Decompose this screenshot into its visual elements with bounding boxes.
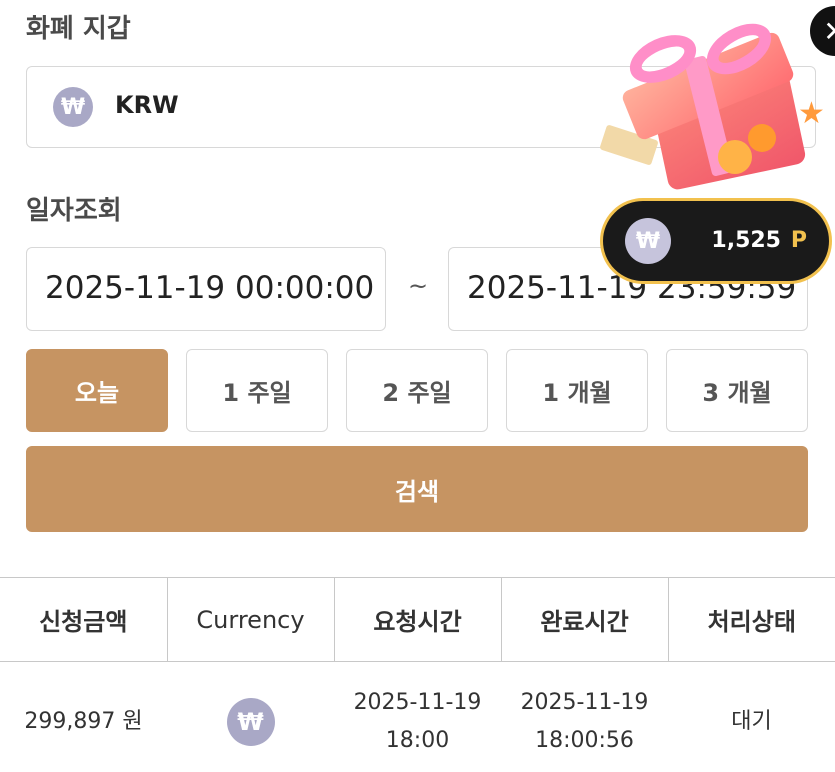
period-3-months-button[interactable]: 3 개월 [666, 349, 808, 432]
table-row: 299,897 원 ₩ 2025-11-19 18:00 2025-11-19 … [0, 662, 835, 772]
gold-coin-icon [718, 140, 752, 174]
withdrawal-history-table: 신청금액 Currency 요청시간 완료시간 처리상태 299,897 원 ₩… [0, 577, 835, 772]
currency-code: KRW [115, 91, 179, 119]
cell-amount: 299,897 원 [24, 708, 143, 734]
period-today-button[interactable]: 오늘 [26, 349, 168, 432]
won-coin-icon: ₩ [53, 87, 93, 127]
points-unit: P [790, 228, 807, 253]
complete-time: 18:00:56 [535, 727, 634, 753]
promo-widget[interactable]: ★ ✕ ₩ 1,525 P [598, 0, 835, 290]
won-coin-icon: ₩ [226, 697, 275, 746]
request-date: 2025-11-19 [353, 689, 482, 715]
complete-date: 2025-11-19 [520, 689, 649, 715]
gold-coin-icon [748, 124, 776, 152]
cell-complete-time: 2025-11-19 18:00:56 [501, 662, 668, 772]
cell-currency: ₩ [167, 662, 334, 772]
header-amount: 신청금액 [0, 577, 168, 662]
header-complete-time: 완료시간 [501, 577, 669, 662]
start-date-input[interactable]: 2025-11-19 00:00:00 [26, 247, 386, 331]
star-icon: ★ [798, 96, 825, 131]
header-request-time: 요청시간 [334, 577, 502, 662]
header-currency: Currency [167, 577, 335, 662]
date-range-separator: ~ [408, 272, 429, 300]
date-query-title: 일자조회 [26, 196, 122, 226]
won-coin-icon: ₩ [625, 218, 671, 264]
period-1-week-button[interactable]: 1 주일 [186, 349, 328, 432]
wallet-section-title: 화폐 지갑 [26, 14, 131, 44]
request-time: 18:00 [385, 727, 450, 753]
table-header-row: 신청금액 Currency 요청시간 완료시간 처리상태 [0, 577, 835, 662]
points-value: 1,525 [711, 228, 781, 253]
search-button[interactable]: 검색 [26, 446, 808, 532]
period-1-month-button[interactable]: 1 개월 [506, 349, 648, 432]
cell-request-time: 2025-11-19 18:00 [334, 662, 501, 772]
period-2-weeks-button[interactable]: 2 주일 [346, 349, 488, 432]
points-balance-badge[interactable]: ₩ 1,525 P [600, 198, 832, 284]
cell-status: 대기 [731, 708, 772, 734]
header-status: 처리상태 [668, 577, 835, 662]
close-icon[interactable]: ✕ [810, 6, 835, 56]
